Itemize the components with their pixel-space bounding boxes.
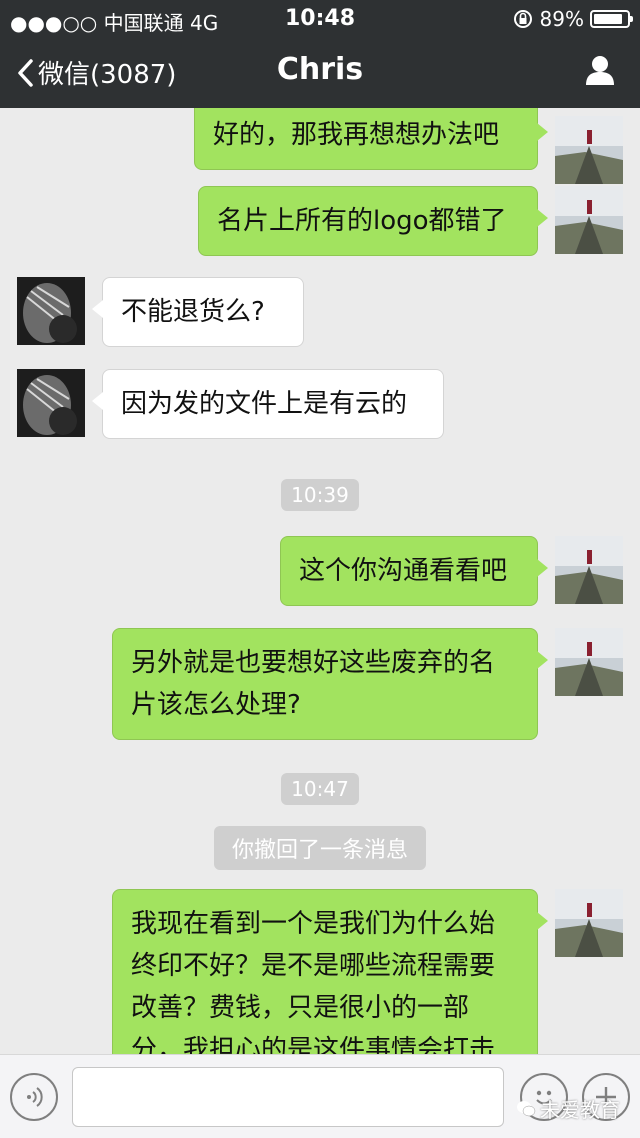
top-bar: ●●●○○ 中国联通 4G 10:48 89% 微信(3087) Chris xyxy=(0,0,640,108)
my-message-bubble[interactable]: 这个你沟通看看吧 xyxy=(280,536,548,606)
watermark: 未爱教育 xyxy=(516,1094,620,1123)
my-message-bubble[interactable]: 另外就是也要想好这些废弃的名片该怎么处理? xyxy=(112,628,548,740)
battery-icon xyxy=(590,10,633,28)
timestamp: 10:47 xyxy=(0,773,640,805)
my-message-bubble[interactable]: 我现在看到一个是我们为什么始终印不好？是不是哪些流程需要改善？费钱，只是很小的一… xyxy=(112,889,548,1054)
back-button[interactable]: 微信(3087) xyxy=(16,54,176,91)
message-text: 因为发的文件上是有云的 xyxy=(121,389,408,419)
landscape-avatar-image xyxy=(555,186,623,254)
landscape-avatar-image xyxy=(555,536,623,604)
portrait-avatar-image xyxy=(17,369,85,437)
timestamp: 10:39 xyxy=(0,479,640,511)
status-bar: ●●●○○ 中国联通 4G 10:48 89% xyxy=(0,0,640,36)
system-message-text: 你撤回了一条消息 xyxy=(213,826,426,870)
contact-avatar[interactable] xyxy=(17,277,85,345)
my-avatar[interactable] xyxy=(555,889,623,957)
message-text: 这个你沟通看看吧 xyxy=(299,556,508,586)
my-avatar[interactable] xyxy=(555,186,623,254)
nav-bar: 微信(3087) Chris xyxy=(0,36,640,108)
contact-message-bubble[interactable]: 因为发的文件上是有云的 xyxy=(92,369,444,439)
rotation-lock-icon xyxy=(513,10,532,28)
landscape-avatar-image xyxy=(555,628,623,696)
my-avatar[interactable] xyxy=(555,536,623,604)
chat-area[interactable]: 好的，那我再想想办法吧 名片上所有的logo都错了 不能退货么? 因为发的文件上… xyxy=(0,108,640,1054)
my-avatar[interactable] xyxy=(555,116,623,184)
message-input[interactable] xyxy=(72,1067,504,1127)
portrait-avatar-image xyxy=(17,277,85,345)
message-text: 另外就是也要想好这些废弃的名片该怎么处理? xyxy=(131,648,496,720)
contact-avatar[interactable] xyxy=(17,369,85,437)
battery-percent: 89% xyxy=(539,7,584,31)
timestamp-label: 10:39 xyxy=(281,479,359,511)
landscape-avatar-image xyxy=(555,116,623,184)
profile-button[interactable] xyxy=(584,54,616,90)
status-right: 89% xyxy=(512,7,633,31)
my-avatar[interactable] xyxy=(555,628,623,696)
message-text: 我现在看到一个是我们为什么始终印不好？是不是哪些流程需要改善？费钱，只是很小的一… xyxy=(131,909,496,1054)
voice-icon xyxy=(27,1087,43,1107)
contact-message-bubble[interactable]: 不能退货么? xyxy=(92,277,304,347)
landscape-avatar-image xyxy=(555,889,623,957)
battery-fill xyxy=(594,14,623,24)
my-message-bubble[interactable]: 好的，那我再想想办法吧 xyxy=(194,108,548,170)
chevron-left-icon xyxy=(18,58,33,87)
watermark-text: 未爱教育 xyxy=(540,1098,620,1122)
message-text: 好的，那我再想想办法吧 xyxy=(213,120,500,150)
recall-notice: 你撤回了一条消息 xyxy=(0,826,640,870)
timestamp-label: 10:47 xyxy=(281,773,359,805)
wechat-logo-icon xyxy=(517,1100,536,1116)
message-text: 名片上所有的logo都错了 xyxy=(217,206,507,236)
my-message-bubble[interactable]: 名片上所有的logo都错了 xyxy=(198,186,548,256)
message-text: 不能退货么? xyxy=(121,297,265,327)
person-icon xyxy=(586,56,614,85)
voice-button[interactable] xyxy=(10,1073,58,1121)
back-label: 微信(3087) xyxy=(38,60,177,90)
